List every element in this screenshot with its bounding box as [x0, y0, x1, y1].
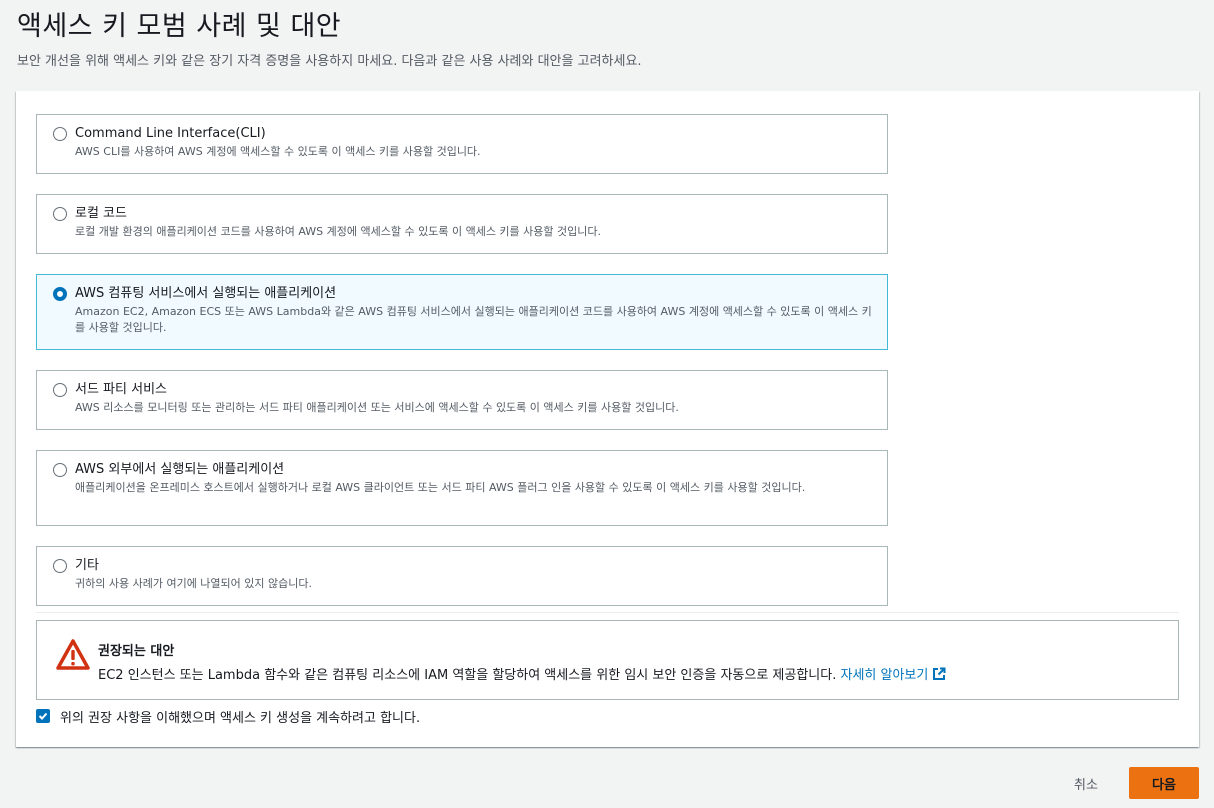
option-label: AWS 외부에서 실행되는 애플리케이션: [75, 462, 285, 477]
option-cli[interactable]: Command Line Interface(CLI) AWS CLI를 사용하…: [36, 114, 888, 174]
external-link-icon: [933, 667, 946, 680]
radio-button[interactable]: [53, 207, 67, 221]
option-description: 로컬 개발 환경의 애플리케이션 코드를 사용하여 AWS 계정에 액세스할 수…: [75, 225, 602, 238]
alert-title: 권장되는 대안: [98, 644, 175, 659]
radio-button[interactable]: [53, 383, 67, 397]
radio-button-selected[interactable]: [53, 287, 67, 301]
radio-button[interactable]: [53, 127, 67, 141]
option-third-party[interactable]: 서드 파티 서비스 AWS 리소스를 모니터링 또는 관리하는 서드 파티 애플…: [36, 370, 888, 430]
checkmark-icon: [38, 712, 48, 720]
option-other[interactable]: 기타 귀하의 사용 사례가 여기에 나열되어 있지 않습니다.: [36, 546, 888, 606]
acknowledge-row[interactable]: 위의 권장 사항을 이해했으며 액세스 키 생성을 계속하려고 합니다.: [36, 706, 420, 726]
cancel-button[interactable]: 취소: [1054, 767, 1118, 799]
option-description: 애플리케이션을 온프레미스 호스트에서 실행하거나 로컬 AWS 클라이언트 또…: [75, 481, 806, 494]
option-label: 로컬 코드: [75, 206, 127, 221]
option-aws-compute[interactable]: AWS 컴퓨팅 서비스에서 실행되는 애플리케이션 Amazon EC2, Am…: [36, 274, 888, 350]
option-description: Amazon EC2, Amazon ECS 또는 AWS Lambda와 같은…: [75, 305, 872, 334]
alert-body-text: EC2 인스턴스 또는 Lambda 함수와 같은 컴퓨팅 리소스에 IAM 역…: [98, 668, 837, 683]
alert-body: EC2 인스턴스 또는 Lambda 함수와 같은 컴퓨팅 리소스에 IAM 역…: [98, 664, 946, 683]
divider: [36, 612, 1179, 613]
recommendation-alert: 권장되는 대안 EC2 인스턴스 또는 Lambda 함수와 같은 컴퓨팅 리소…: [36, 620, 1179, 700]
acknowledge-checkbox[interactable]: [36, 709, 50, 723]
warning-icon: [56, 639, 90, 670]
option-label: AWS 컴퓨팅 서비스에서 실행되는 애플리케이션: [75, 286, 337, 301]
page-title: 액세스 키 모범 사례 및 대안: [17, 11, 342, 42]
option-local-code[interactable]: 로컬 코드 로컬 개발 환경의 애플리케이션 코드를 사용하여 AWS 계정에 …: [36, 194, 888, 254]
option-description: AWS CLI를 사용하여 AWS 계정에 액세스할 수 있도록 이 액세스 키…: [75, 145, 481, 158]
option-label: Command Line Interface(CLI): [75, 126, 266, 141]
learn-more-link[interactable]: 자세히 알아보기: [840, 667, 947, 683]
page-description: 보안 개선을 위해 액세스 키와 같은 장기 자격 증명을 사용하지 마세요. …: [17, 54, 642, 69]
use-case-panel: Command Line Interface(CLI) AWS CLI를 사용하…: [16, 91, 1199, 747]
next-button[interactable]: 다음: [1129, 767, 1199, 799]
option-label: 기타: [75, 558, 99, 573]
option-outside-aws[interactable]: AWS 외부에서 실행되는 애플리케이션 애플리케이션을 온프레미스 호스트에서…: [36, 450, 888, 526]
learn-more-label: 자세히 알아보기: [840, 668, 929, 683]
radio-button[interactable]: [53, 463, 67, 477]
acknowledge-label: 위의 권장 사항을 이해했으며 액세스 키 생성을 계속하려고 합니다.: [60, 710, 421, 726]
option-label: 서드 파티 서비스: [75, 382, 167, 397]
option-description: 귀하의 사용 사례가 여기에 나열되어 있지 않습니다.: [75, 577, 312, 590]
radio-button[interactable]: [53, 559, 67, 573]
option-description: AWS 리소스를 모니터링 또는 관리하는 서드 파티 애플리케이션 또는 서비…: [75, 401, 679, 414]
